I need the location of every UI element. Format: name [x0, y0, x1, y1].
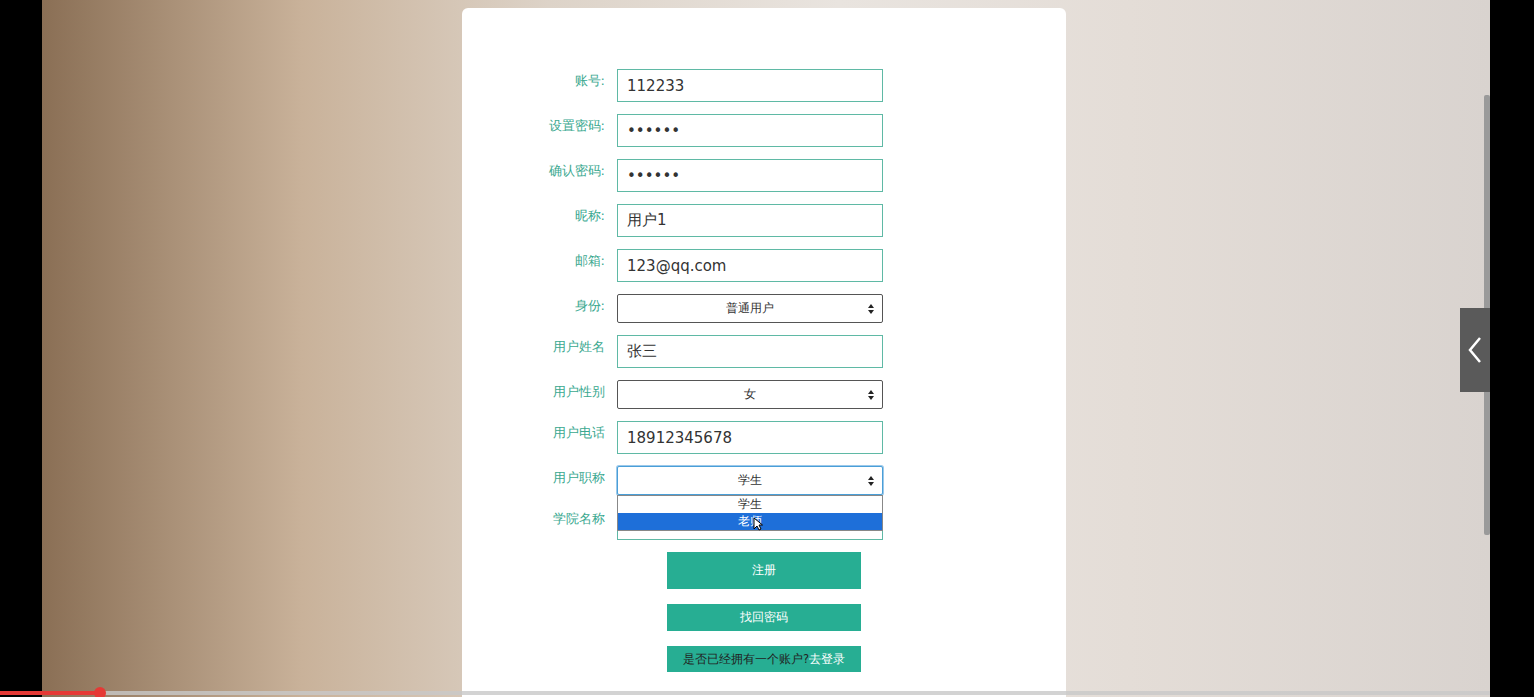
video-progress-track[interactable]: [0, 691, 1490, 695]
form-row: 用户姓名: [462, 335, 1066, 368]
field-label: 用户姓名: [462, 335, 605, 368]
field-label: 确认密码:: [462, 159, 605, 192]
form-row: 用户职称学生学生老师: [462, 466, 1066, 495]
field-label: 用户电话: [462, 421, 605, 454]
updown-arrows-icon: [868, 390, 874, 400]
form-row: 邮箱:: [462, 249, 1066, 282]
updown-arrows-icon: [868, 476, 874, 486]
form-row: 确认密码:: [462, 159, 1066, 192]
field-label: 学院名称: [462, 507, 605, 540]
login-prompt-text: 是否已经拥有一个账户?: [683, 652, 809, 667]
select-value: 普通用户: [726, 300, 774, 317]
select-box[interactable]: 普通用户: [617, 294, 883, 323]
video-progress-fill: [0, 691, 100, 695]
chevron-left-icon: [1468, 337, 1482, 363]
field-label: 昵称:: [462, 204, 605, 237]
progress-handle[interactable]: [94, 687, 106, 697]
field-label: 邮箱:: [462, 249, 605, 282]
select-box[interactable]: 女: [617, 380, 883, 409]
select-value: 女: [744, 386, 756, 403]
form-row: 用户性别 女: [462, 380, 1066, 409]
select-box[interactable]: 学生: [617, 466, 883, 495]
text-input[interactable]: [617, 114, 883, 147]
text-input[interactable]: [617, 204, 883, 237]
dropdown-menu: 学生老师: [617, 495, 883, 531]
field-label: 账号:: [462, 69, 605, 102]
button-group: 注册找回密码是否已经拥有一个账户?去登录: [462, 552, 1066, 672]
right-letterbox: [1490, 0, 1534, 697]
left-letterbox: [0, 0, 42, 697]
login-link[interactable]: 去登录: [809, 652, 845, 667]
text-input[interactable]: [617, 159, 883, 192]
recover-password-button[interactable]: 找回密码: [667, 604, 861, 631]
select-value: 学生: [738, 472, 762, 489]
updown-arrows-icon: [868, 304, 874, 314]
background-photo: 账号:设置密码:确认密码:昵称:邮箱:身份:普通用户用户姓名用户性别女用户电话用…: [42, 0, 1490, 697]
field-label: 设置密码:: [462, 114, 605, 147]
register-card: 账号:设置密码:确认密码:昵称:邮箱:身份:普通用户用户姓名用户性别女用户电话用…: [462, 8, 1066, 697]
text-input[interactable]: [617, 335, 883, 368]
dropdown-option[interactable]: 老师: [618, 513, 882, 530]
dropdown-option[interactable]: 学生: [618, 496, 882, 513]
field-label: 身份:: [462, 294, 605, 323]
form-row: 账号:: [462, 69, 1066, 102]
register-button[interactable]: 注册: [667, 552, 861, 589]
text-input[interactable]: [617, 421, 883, 454]
text-input[interactable]: [617, 69, 883, 102]
field-label: 用户职称: [462, 466, 605, 495]
form-row: 设置密码:: [462, 114, 1066, 147]
option-label: 学生: [738, 497, 762, 511]
side-toggle-tab[interactable]: [1460, 308, 1490, 392]
form-row: 昵称:: [462, 204, 1066, 237]
field-label: 用户性别: [462, 380, 605, 409]
mouse-cursor-icon: [753, 517, 763, 531]
text-input[interactable]: [617, 249, 883, 282]
form-row: 用户电话: [462, 421, 1066, 454]
form-row: 身份: 普通用户: [462, 294, 1066, 323]
login-button[interactable]: 是否已经拥有一个账户?去登录: [667, 646, 861, 672]
